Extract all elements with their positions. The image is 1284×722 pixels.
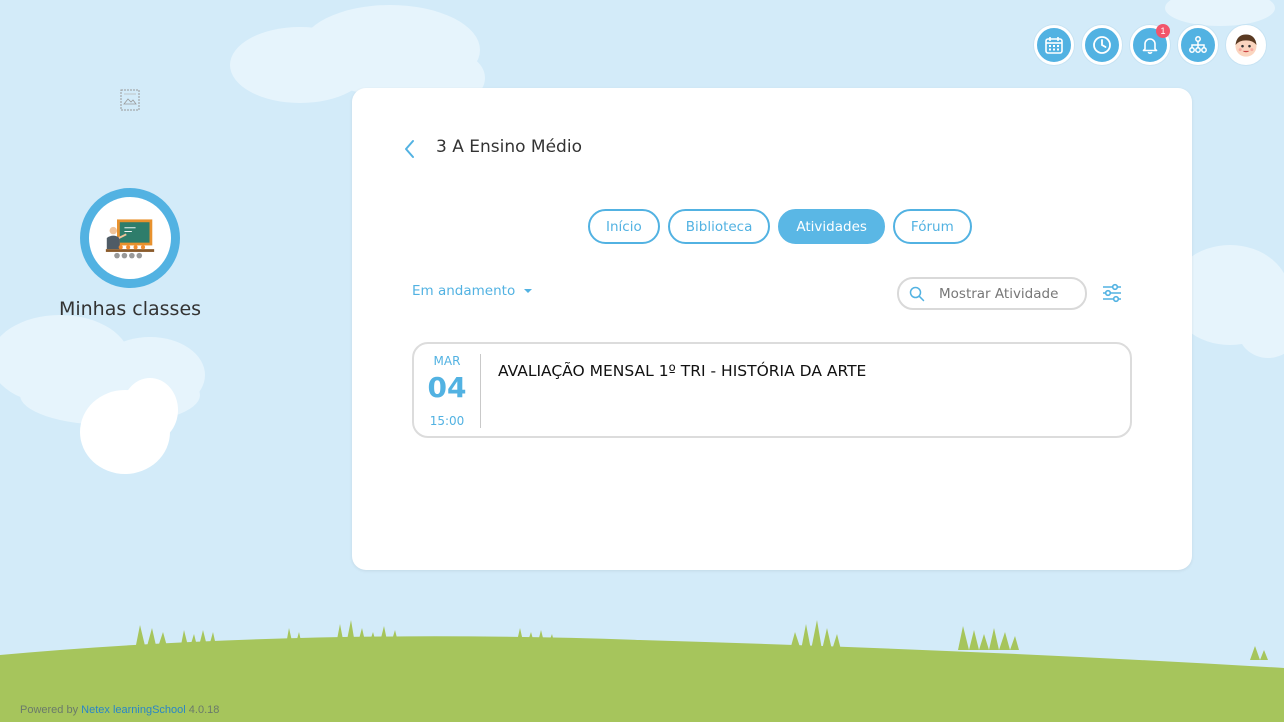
bell-icon bbox=[1142, 38, 1158, 54]
footer-version: 4.0.18 bbox=[188, 704, 220, 716]
activity-search bbox=[897, 277, 1087, 310]
class-tabs: Início Biblioteca Atividades Fórum bbox=[588, 209, 972, 244]
status-filter-label: Em andamento bbox=[412, 283, 516, 299]
date-divider bbox=[480, 354, 481, 428]
search-icon bbox=[909, 286, 925, 301]
tab-inicio[interactable]: Início bbox=[588, 209, 660, 244]
activity-time: 15:00 bbox=[429, 414, 465, 428]
user-avatar bbox=[1235, 34, 1257, 57]
classroom-teacher-icon bbox=[105, 219, 155, 259]
search-input[interactable] bbox=[937, 284, 1071, 303]
footer-powered-by: Powered by bbox=[20, 704, 79, 716]
caret-down-icon bbox=[524, 289, 533, 293]
activity-title[interactable]: AVALIAÇÃO MENSAL 1º TRI - HISTÓRIA DA AR… bbox=[498, 362, 866, 380]
top-toolbar: 1 bbox=[1034, 24, 1266, 65]
class-icon-inner bbox=[89, 197, 171, 279]
clock-icon bbox=[1093, 36, 1111, 54]
page-title: 3 A Ensino Médio bbox=[436, 137, 582, 157]
org-chart-icon bbox=[1189, 36, 1207, 53]
filter-settings-icon[interactable] bbox=[1101, 282, 1123, 304]
tab-atividades[interactable]: Atividades bbox=[778, 209, 885, 244]
tab-forum[interactable]: Fórum bbox=[892, 209, 972, 244]
notifications-button[interactable]: 1 bbox=[1130, 24, 1170, 65]
footer-brand-link[interactable]: Netex learningSchool bbox=[81, 704, 186, 716]
activity-month: MAR bbox=[433, 354, 461, 368]
class-card: 3 A Ensino Médio Início Biblioteca Ativi… bbox=[352, 88, 1192, 570]
my-classes-label[interactable]: Minhas classes bbox=[40, 298, 220, 320]
status-filter-dropdown[interactable]: Em andamento bbox=[412, 283, 533, 299]
my-classes-button[interactable] bbox=[80, 188, 180, 288]
footer: Powered by Netex learningSchool 4.0.18 bbox=[20, 704, 219, 716]
tab-biblioteca[interactable]: Biblioteca bbox=[667, 209, 771, 244]
sitemap-button[interactable] bbox=[1178, 25, 1218, 65]
activity-day: 04 bbox=[427, 371, 467, 404]
activity-item[interactable]: MAR 04 15:00 AVALIAÇÃO MENSAL 1º TRI - H… bbox=[412, 342, 1132, 438]
history-button[interactable] bbox=[1082, 25, 1122, 65]
logo-placeholder-icon bbox=[120, 89, 140, 111]
back-arrow-icon[interactable] bbox=[402, 138, 418, 160]
calendar-icon bbox=[1045, 37, 1063, 54]
calendar-button[interactable] bbox=[1034, 25, 1074, 65]
activity-date: MAR 04 15:00 bbox=[414, 344, 480, 436]
notification-badge: 1 bbox=[1156, 24, 1170, 38]
user-avatar-button[interactable] bbox=[1226, 25, 1266, 65]
